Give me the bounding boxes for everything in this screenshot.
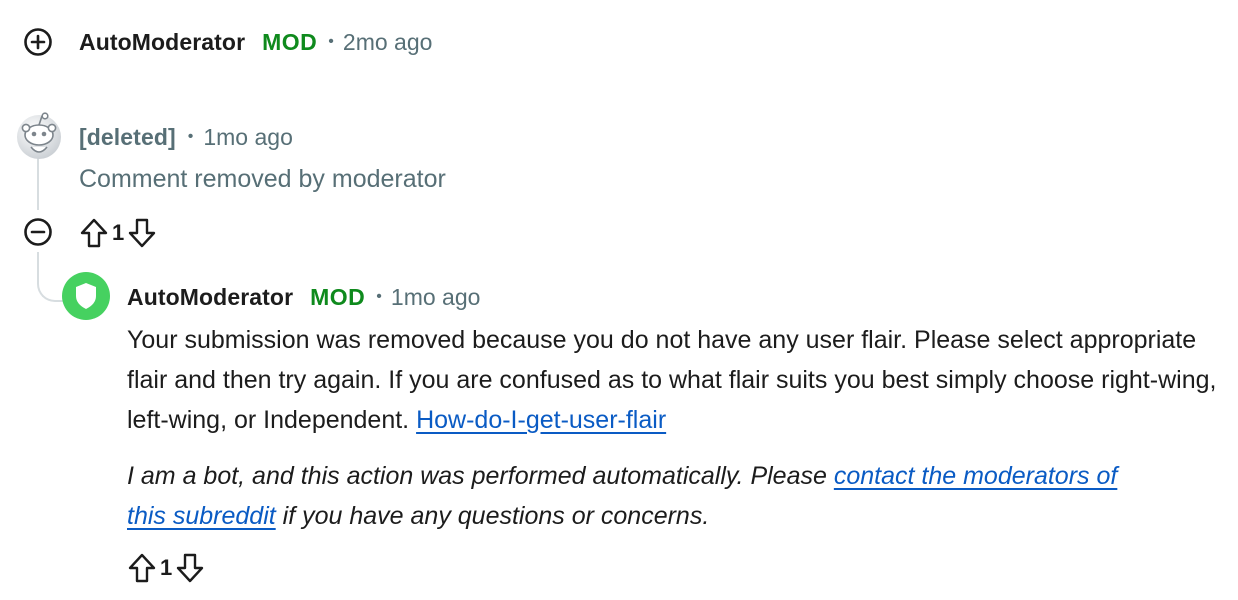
vote-bar: 1 <box>126 551 206 585</box>
shield-avatar-icon <box>62 272 110 320</box>
plus-circle-icon <box>24 28 52 56</box>
bot-disclaimer: I am a bot, and this action was performe… <box>127 456 1127 536</box>
timestamp[interactable]: 1mo ago <box>203 124 293 151</box>
comment-meta: AutoModerator MOD • 2mo ago <box>79 27 432 57</box>
thread-line <box>37 158 39 210</box>
upvote-arrow-icon <box>128 553 156 583</box>
downvote-arrow-icon <box>177 553 204 583</box>
avatar[interactable] <box>62 272 110 320</box>
mod-badge: MOD <box>310 283 366 310</box>
author-link[interactable]: AutoModerator <box>79 29 245 56</box>
upvote-button[interactable] <box>78 217 110 249</box>
bot-text: I am a bot, and this action was performe… <box>127 462 834 490</box>
user-flair-help-link[interactable]: How-do-I-get-user-flair <box>416 406 666 434</box>
vote-count: 1 <box>112 220 125 245</box>
comment-meta: [deleted] • 1mo ago <box>79 122 293 152</box>
downvote-button[interactable] <box>174 552 206 584</box>
separator-dot: • <box>376 288 382 305</box>
author-link[interactable]: AutoModerator <box>127 284 293 311</box>
avatar[interactable] <box>14 111 64 161</box>
downvote-button[interactable] <box>126 217 158 249</box>
upvote-button[interactable] <box>126 552 158 584</box>
body-paragraph: Your submission was removed because you … <box>127 320 1217 440</box>
mod-badge: MOD <box>262 28 318 55</box>
bot-text-suffix: if you have any questions or concerns. <box>275 502 710 530</box>
minus-circle-icon <box>24 218 52 246</box>
timestamp[interactable]: 2mo ago <box>343 29 433 56</box>
comment-body: Your submission was removed because you … <box>127 320 1217 440</box>
expand-thread-button[interactable] <box>21 25 55 59</box>
downvote-arrow-icon <box>129 218 156 248</box>
snoo-avatar-icon <box>17 112 61 159</box>
collapse-thread-button[interactable] <box>21 215 55 249</box>
vote-count: 1 <box>160 555 173 580</box>
separator-dot: • <box>187 128 194 145</box>
body-text: Your submission was removed because you … <box>127 326 1217 434</box>
timestamp[interactable]: 1mo ago <box>391 284 481 311</box>
separator-dot: • <box>328 33 334 50</box>
author-deleted: [deleted] <box>79 123 176 150</box>
comment-meta: AutoModerator MOD • 1mo ago <box>127 282 480 312</box>
upvote-arrow-icon <box>80 218 108 248</box>
vote-bar: 1 <box>78 216 158 250</box>
comment-body: Comment removed by moderator <box>79 165 446 193</box>
